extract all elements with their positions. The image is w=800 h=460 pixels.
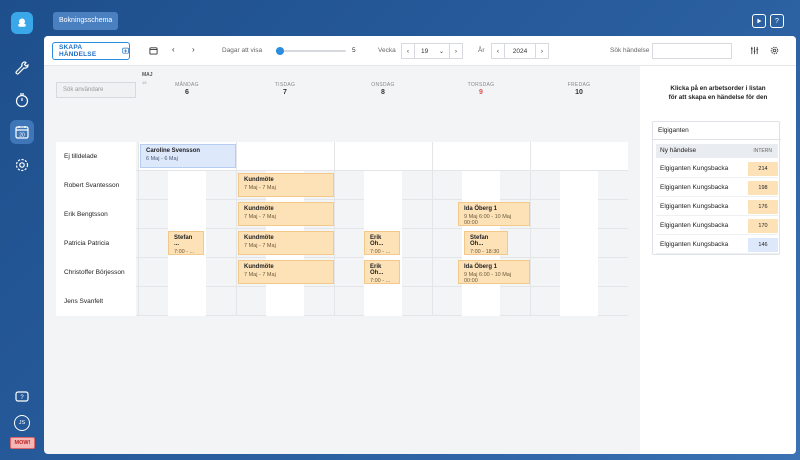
chevron-down-icon: ⌄	[438, 48, 444, 55]
status-badge[interactable]: MOW!	[10, 437, 35, 449]
schedule-grid: Caroline Svensson 6 Maj - 6 Maj Kundmöte 7…	[138, 142, 628, 316]
user-search-input[interactable]: Sök användare	[56, 82, 136, 98]
sidebar: 20 ? JS MOW!	[0, 0, 44, 460]
help-button[interactable]: ?	[770, 14, 784, 28]
year-prev-button[interactable]: ‹	[491, 43, 505, 59]
tab-bokningsschema[interactable]: Bokningsschema	[53, 12, 119, 30]
schedule: MAJ 19 Sök användare MÅNDAG 6 TISDAG 7 ONS…	[56, 72, 628, 316]
work-order-panel: Klicka på en arbetsorder i listan för at…	[640, 66, 796, 454]
gear-icon[interactable]	[770, 46, 779, 57]
year-value: 2024	[504, 43, 536, 59]
week-label: Vecka	[378, 47, 396, 54]
main-content: SKAPA HÄNDELSE ‹ › Dagar att visa 5 Veck…	[44, 36, 796, 454]
event-card[interactable]: Ida Öberg 19 Maj 6:00 - 10 Maj 00:00	[458, 260, 530, 284]
day-header-monday: MÅNDAG 6	[175, 82, 199, 96]
work-order-item[interactable]: Elgiganten Kungsbacka 214	[656, 160, 778, 178]
event-card[interactable]: Ida Öberg 19 Maj 6:00 - 10 Maj 00:00	[458, 202, 530, 226]
days-value: 5	[352, 47, 356, 54]
event-card[interactable]: Erik Oh... 7:00 - ...	[364, 231, 400, 255]
tools-icon[interactable]	[10, 56, 34, 80]
top-bar: Bokningsschema ?	[44, 8, 796, 36]
day-header-friday: FREDAG 10	[567, 82, 591, 96]
calendar-picker-icon[interactable]	[149, 46, 158, 57]
search-event-input[interactable]	[652, 43, 732, 59]
next-icon[interactable]: ›	[192, 45, 195, 54]
schedule-toolbar: SKAPA HÄNDELSE ‹ › Dagar att visa 5 Veck…	[44, 36, 796, 66]
new-event-header[interactable]: Ny händelse INTERN	[656, 144, 778, 158]
week-next-button[interactable]: ›	[449, 43, 463, 59]
slider-handle[interactable]	[276, 47, 284, 55]
event-card[interactable]: Kundmöte 7 Maj - 7 Maj	[238, 231, 334, 255]
work-order-card: Elgiganten Ny händelse INTERN Elgiganten…	[652, 121, 781, 255]
week-select[interactable]: 19 ⌄	[414, 43, 450, 59]
event-card[interactable]: Kundmöte 7 Maj - 7 Maj	[238, 173, 334, 197]
work-order-item[interactable]: Elgiganten Kungsbacka 146	[656, 236, 778, 254]
search-event-label: Sök händelse	[610, 47, 650, 54]
create-event-label: SKAPA HÄNDELSE	[59, 44, 97, 58]
day-header-tuesday: TISDAG 7	[274, 82, 296, 96]
work-order-item[interactable]: Elgiganten Kungsbacka 198	[656, 179, 778, 197]
help-chat-icon[interactable]: ?	[10, 385, 34, 409]
days-to-show-label: Dagar att visa	[222, 47, 263, 54]
prev-icon[interactable]: ‹	[172, 45, 175, 54]
settings-gear-icon[interactable]	[10, 153, 34, 177]
filter-icon[interactable]	[750, 46, 759, 57]
day-header-thursday: TORSDAG 9	[467, 82, 495, 96]
day-header-wednesday: ONSDAG 8	[371, 82, 395, 96]
event-card[interactable]: Kundmöte 7 Maj - 7 Maj	[238, 260, 334, 284]
svg-text:?: ?	[20, 395, 24, 401]
event-card[interactable]: Kundmöte 7 Maj - 7 Maj	[238, 202, 334, 226]
event-card[interactable]: Stefan Oh... 7:00 - 18:30	[464, 231, 508, 255]
event-card[interactable]: Stefan ... 7:00 - ...	[168, 231, 204, 255]
days-slider[interactable]	[276, 47, 346, 55]
week-value: 19	[421, 47, 429, 55]
add-event-icon	[122, 47, 129, 54]
intern-tag: INTERN	[753, 148, 772, 154]
year-next-button[interactable]: ›	[535, 43, 549, 59]
week-prev-button[interactable]: ‹	[401, 43, 415, 59]
work-order-item[interactable]: Elgiganten Kungsbacka 176	[656, 198, 778, 216]
svg-text:20: 20	[19, 133, 25, 139]
create-event-button[interactable]: SKAPA HÄNDELSE	[52, 42, 130, 60]
calendar-icon[interactable]: 20	[10, 120, 34, 144]
timer-icon[interactable]	[10, 88, 34, 112]
event-card[interactable]: Caroline Svensson 6 Maj - 6 Maj	[140, 144, 236, 168]
app-logo[interactable]	[11, 12, 33, 34]
month-label: MAJ	[142, 72, 153, 78]
panel-title: Klicka på en arbetsorder i listan för at…	[668, 85, 768, 101]
video-icon[interactable]	[752, 14, 766, 28]
logo-icon	[18, 18, 26, 27]
app-frame: 20 ? JS MOW! Bokningsschema ? SKAPA HÄND…	[0, 0, 800, 460]
card-title[interactable]: Elgiganten	[653, 122, 781, 140]
user-avatar[interactable]: JS	[14, 415, 30, 431]
work-order-item[interactable]: Elgiganten Kungsbacka 170	[656, 217, 778, 235]
event-card[interactable]: Erik Oh... 7:00 - ...	[364, 260, 400, 284]
year-label: År	[478, 47, 485, 54]
